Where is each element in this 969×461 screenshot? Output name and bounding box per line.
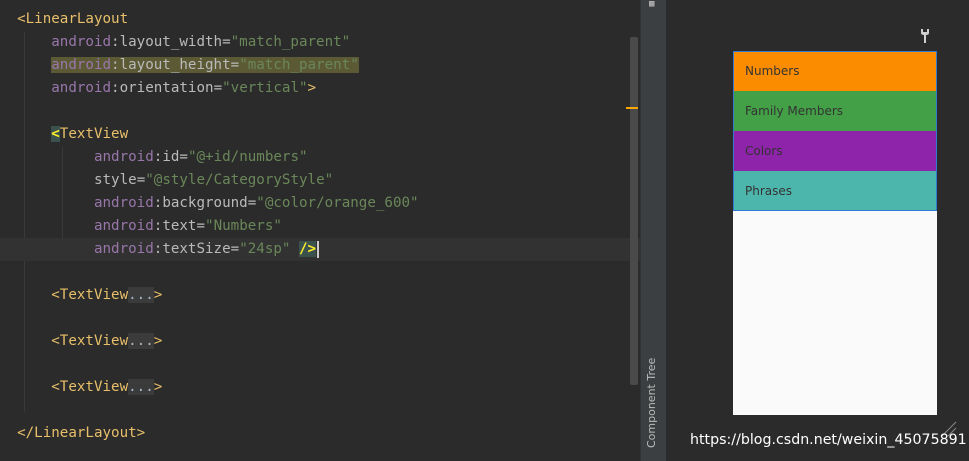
- code-line-7[interactable]: android:id="@+id/numbers": [0, 146, 640, 169]
- code-line-10[interactable]: android:text="Numbers": [0, 215, 640, 238]
- scrollbar-marker: [626, 107, 638, 109]
- preview-item-phrases[interactable]: Phrases: [733, 171, 937, 211]
- code-line-3[interactable]: android:layout_height="match_parent": [0, 54, 640, 77]
- code-editor[interactable]: <LinearLayout android:layout_width="matc…: [0, 0, 640, 461]
- fold-placeholder[interactable]: ...: [128, 333, 154, 349]
- layout-preview-panel: Numbers Family Members Colors Phrases: [666, 0, 969, 461]
- code-line-folded-3[interactable]: <TextView...>: [0, 376, 640, 399]
- code-line-2[interactable]: android:layout_width="match_parent": [0, 31, 640, 54]
- code-line-close[interactable]: </LinearLayout>: [0, 422, 640, 445]
- code-line-8[interactable]: style="@style/CategoryStyle": [0, 169, 640, 192]
- code-line-folded-1[interactable]: <TextView...>: [0, 284, 640, 307]
- watermark-url: https://blog.csdn.net/weixin_45075891: [690, 432, 967, 448]
- fold-placeholder[interactable]: ...: [128, 379, 154, 395]
- code-line-9[interactable]: android:background="@color/orange_600": [0, 192, 640, 215]
- code-line-1[interactable]: <LinearLayout: [0, 8, 640, 31]
- wrench-icon[interactable]: [918, 28, 932, 44]
- fold-placeholder[interactable]: ...: [128, 287, 154, 303]
- side-tool-strip: ▩ Component Tree: [640, 0, 667, 461]
- component-tree-tab[interactable]: Component Tree: [645, 358, 658, 448]
- code-line-4[interactable]: android:orientation="vertical">: [0, 77, 640, 100]
- text-caret: [317, 240, 319, 258]
- panel-icon[interactable]: ▩: [649, 0, 659, 9]
- editor-scrollbar[interactable]: [630, 37, 638, 385]
- device-preview[interactable]: Numbers Family Members Colors Phrases: [733, 51, 937, 415]
- preview-item-family-members[interactable]: Family Members: [733, 91, 937, 131]
- preview-item-numbers[interactable]: Numbers: [733, 51, 937, 91]
- preview-item-colors[interactable]: Colors: [733, 131, 937, 171]
- code-line-folded-2[interactable]: <TextView...>: [0, 330, 640, 353]
- code-line-11-current[interactable]: android:textSize="24sp" />: [0, 238, 640, 261]
- code-line-6[interactable]: <TextView: [0, 123, 640, 146]
